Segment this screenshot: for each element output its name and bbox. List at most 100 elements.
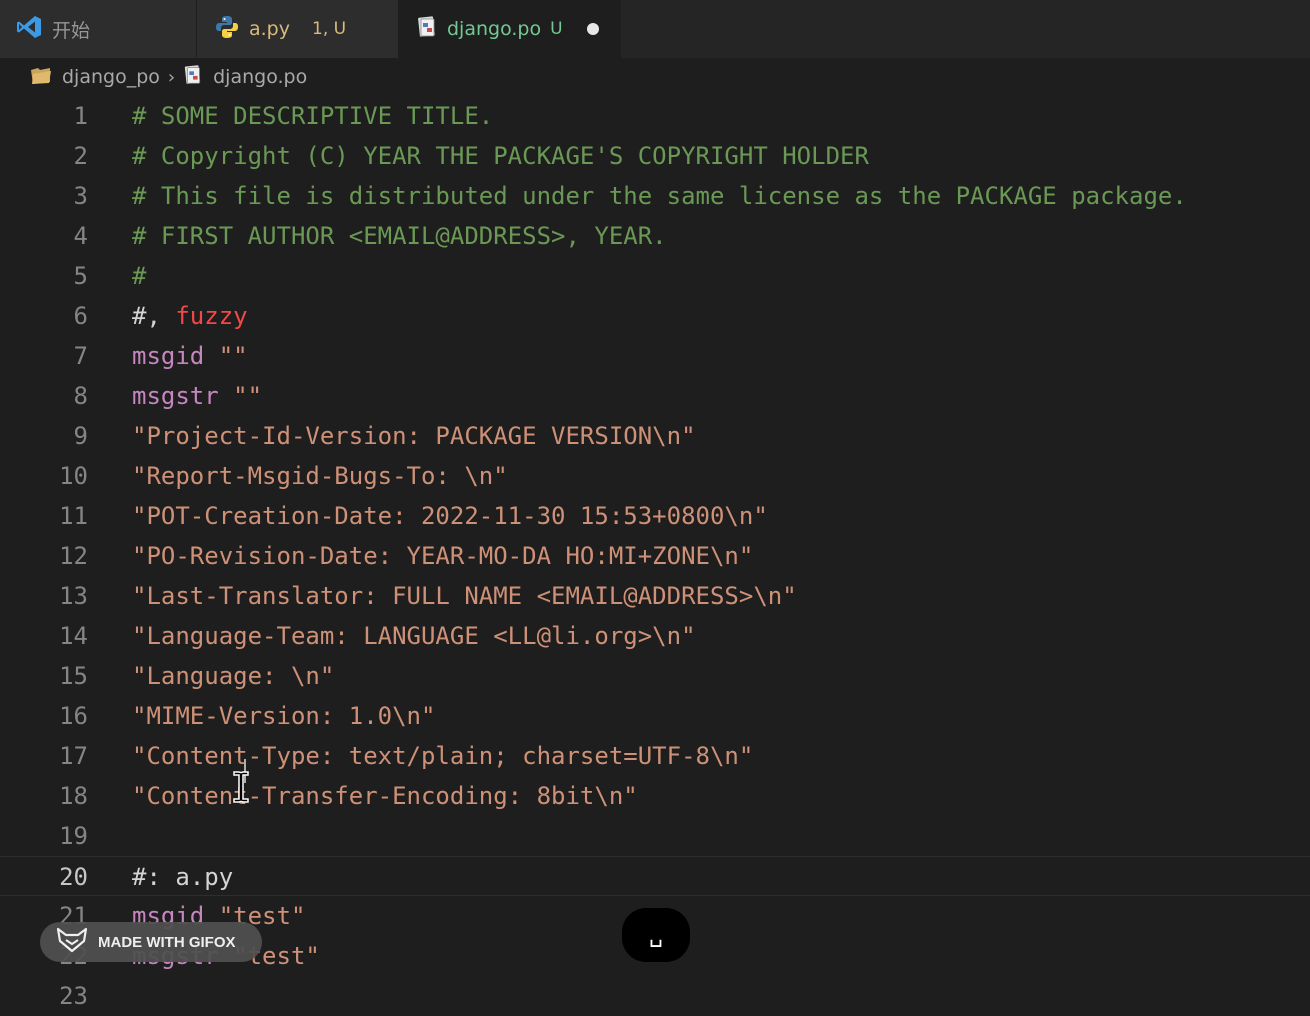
code-line[interactable]: 9 "Project-Id-Version: PACKAGE VERSION\n" bbox=[0, 416, 1310, 456]
po-file-icon bbox=[417, 15, 437, 44]
code-token: "PO-Revision-Date: YEAR-MO-DA HO:MI+ZONE… bbox=[132, 542, 754, 570]
code-text: "PO-Revision-Date: YEAR-MO-DA HO:MI+ZONE… bbox=[132, 536, 753, 576]
code-line[interactable]: 7 msgid "" bbox=[0, 336, 1310, 376]
line-number: 6 bbox=[73, 302, 88, 330]
line-number: 11 bbox=[59, 502, 88, 530]
code-line[interactable]: 23 bbox=[0, 976, 1310, 1016]
code-text: "POT-Creation-Date: 2022-11-30 15:53+080… bbox=[132, 496, 768, 536]
code-line[interactable]: 5 # bbox=[0, 256, 1310, 296]
code-line[interactable]: 17 "Content-Type: text/plain; charset=UTF… bbox=[0, 736, 1310, 776]
code-text: "Content-Transfer-Encoding: 8bit\n" bbox=[132, 776, 638, 816]
line-number: 18 bbox=[59, 782, 88, 810]
line-number: 20 bbox=[59, 863, 88, 891]
line-number: 23 bbox=[59, 982, 88, 1010]
vscode-logo-icon bbox=[16, 14, 42, 45]
mouse-ibeam-icon bbox=[230, 770, 252, 808]
line-number: 8 bbox=[73, 382, 88, 410]
tab-label: django.po bbox=[447, 18, 542, 40]
code-token: "Last-Translator: FULL NAME <EMAIL@ADDRE… bbox=[132, 582, 797, 610]
code-line[interactable]: 16 "MIME-Version: 1.0\n" bbox=[0, 696, 1310, 736]
code-text: "Report-Msgid-Bugs-To: \n" bbox=[132, 456, 508, 496]
code-token: #: a.py bbox=[132, 863, 234, 891]
code-line[interactable]: 18 "Content-Transfer-Encoding: 8bit\n" bbox=[0, 776, 1310, 816]
line-number: 16 bbox=[59, 702, 88, 730]
line-number: 10 bbox=[59, 462, 88, 490]
keypress-overlay: ␣ bbox=[622, 908, 690, 962]
gifox-text: MADE WITH GIFOX bbox=[98, 933, 236, 951]
line-number: 3 bbox=[73, 182, 88, 210]
folder-icon bbox=[30, 65, 52, 90]
code-line[interactable]: 4 # FIRST AUTHOR <EMAIL@ADDRESS>, YEAR. bbox=[0, 216, 1310, 256]
code-text: "Language-Team: LANGUAGE <LL@li.org>\n" bbox=[132, 616, 696, 656]
breadcrumb: django_po › django.po bbox=[0, 58, 1310, 96]
code-token: # SOME DESCRIPTIVE TITLE. bbox=[132, 102, 494, 130]
code-text: # SOME DESCRIPTIVE TITLE. bbox=[132, 96, 493, 136]
code-token: "Content-Transfer-Encoding: 8bit\n" bbox=[132, 782, 638, 810]
line-number: 5 bbox=[73, 262, 88, 290]
code-token: # Copyright (C) YEAR THE PACKAGE'S COPYR… bbox=[132, 142, 869, 170]
line-number: 9 bbox=[73, 422, 88, 450]
code-line[interactable]: 1 # SOME DESCRIPTIVE TITLE. bbox=[0, 96, 1310, 136]
code-text: "Content-Type: text/plain; charset=UTF-8… bbox=[132, 736, 753, 776]
code-token: "" bbox=[218, 342, 248, 370]
code-text: # Copyright (C) YEAR THE PACKAGE'S COPYR… bbox=[132, 136, 869, 176]
tab-decoration: 1, U bbox=[312, 19, 347, 39]
code-line[interactable]: 19 bbox=[0, 816, 1310, 856]
code-text: #: a.py bbox=[132, 857, 233, 897]
code-token: "" bbox=[233, 382, 263, 410]
code-token: #, bbox=[132, 302, 176, 330]
code-token: "Report-Msgid-Bugs-To: \n" bbox=[132, 462, 508, 490]
code-text: # This file is distributed under the sam… bbox=[132, 176, 1187, 216]
code-token: "Language: \n" bbox=[132, 662, 335, 690]
chevron-right-icon: › bbox=[167, 66, 176, 88]
tab-django-po[interactable]: django.po U bbox=[399, 0, 621, 58]
po-file-icon bbox=[183, 64, 203, 91]
code-line[interactable]: 2 # Copyright (C) YEAR THE PACKAGE'S COPY… bbox=[0, 136, 1310, 176]
breadcrumb-folder[interactable]: django_po bbox=[62, 66, 160, 88]
code-editor[interactable]: 1 # SOME DESCRIPTIVE TITLE. 2 # Copyright (… bbox=[0, 96, 1310, 1010]
code-line[interactable]: 20 #: a.py bbox=[0, 856, 1310, 896]
code-text: "Project-Id-Version: PACKAGE VERSION\n" bbox=[132, 416, 696, 456]
code-line[interactable]: 3 # This file is distributed under the sa… bbox=[0, 176, 1310, 216]
code-line[interactable]: 6 #, fuzzy bbox=[0, 296, 1310, 336]
code-text: msgid "" bbox=[132, 336, 248, 376]
code-token: "Language-Team: LANGUAGE <LL@li.org>\n" bbox=[132, 622, 696, 650]
code-token: "Project-Id-Version: PACKAGE VERSION\n" bbox=[132, 422, 696, 450]
breadcrumb-file[interactable]: django.po bbox=[213, 66, 307, 88]
line-number: 4 bbox=[73, 222, 88, 250]
code-text: # bbox=[132, 256, 146, 296]
tab-decoration: U bbox=[550, 19, 563, 39]
line-number: 7 bbox=[73, 342, 88, 370]
line-number: 2 bbox=[73, 142, 88, 170]
code-text: # FIRST AUTHOR <EMAIL@ADDRESS>, YEAR. bbox=[132, 216, 667, 256]
code-token: fuzzy bbox=[175, 302, 248, 330]
code-token: msgstr bbox=[132, 382, 219, 410]
code-text: #, fuzzy bbox=[132, 296, 248, 336]
fox-logo-icon bbox=[56, 927, 88, 957]
tab-label: a.py bbox=[249, 18, 290, 40]
code-line[interactable]: 14 "Language-Team: LANGUAGE <LL@li.org>\n… bbox=[0, 616, 1310, 656]
code-line[interactable]: 12 "PO-Revision-Date: YEAR-MO-DA HO:MI+ZO… bbox=[0, 536, 1310, 576]
line-number: 1 bbox=[73, 102, 88, 130]
code-text: "MIME-Version: 1.0\n" bbox=[132, 696, 435, 736]
line-number: 12 bbox=[59, 542, 88, 570]
code-text: msgstr "" bbox=[132, 376, 262, 416]
gifox-badge: MADE WITH GIFOX bbox=[40, 922, 262, 962]
code-token: "POT-Creation-Date: 2022-11-30 15:53+080… bbox=[132, 502, 768, 530]
code-token: "Content-Type: text/plain; charset=UTF-8… bbox=[132, 742, 754, 770]
code-line[interactable]: 10 "Report-Msgid-Bugs-To: \n" bbox=[0, 456, 1310, 496]
code-line[interactable]: 8 msgstr "" bbox=[0, 376, 1310, 416]
tab-a-py[interactable]: a.py 1, U bbox=[197, 0, 399, 58]
code-token: # This file is distributed under the sam… bbox=[132, 182, 1187, 210]
space-key-icon: ␣ bbox=[649, 922, 663, 948]
tab-start[interactable]: 开始 bbox=[0, 0, 197, 58]
code-line[interactable]: 11 "POT-Creation-Date: 2022-11-30 15:53+0… bbox=[0, 496, 1310, 536]
tab-bar-empty bbox=[621, 0, 1310, 58]
code-line[interactable]: 13 "Last-Translator: FULL NAME <EMAIL@ADD… bbox=[0, 576, 1310, 616]
line-number: 15 bbox=[59, 662, 88, 690]
code-line[interactable]: 15 "Language: \n" bbox=[0, 656, 1310, 696]
code-token: msgid bbox=[132, 342, 205, 370]
unsaved-dot-icon[interactable] bbox=[586, 23, 599, 35]
